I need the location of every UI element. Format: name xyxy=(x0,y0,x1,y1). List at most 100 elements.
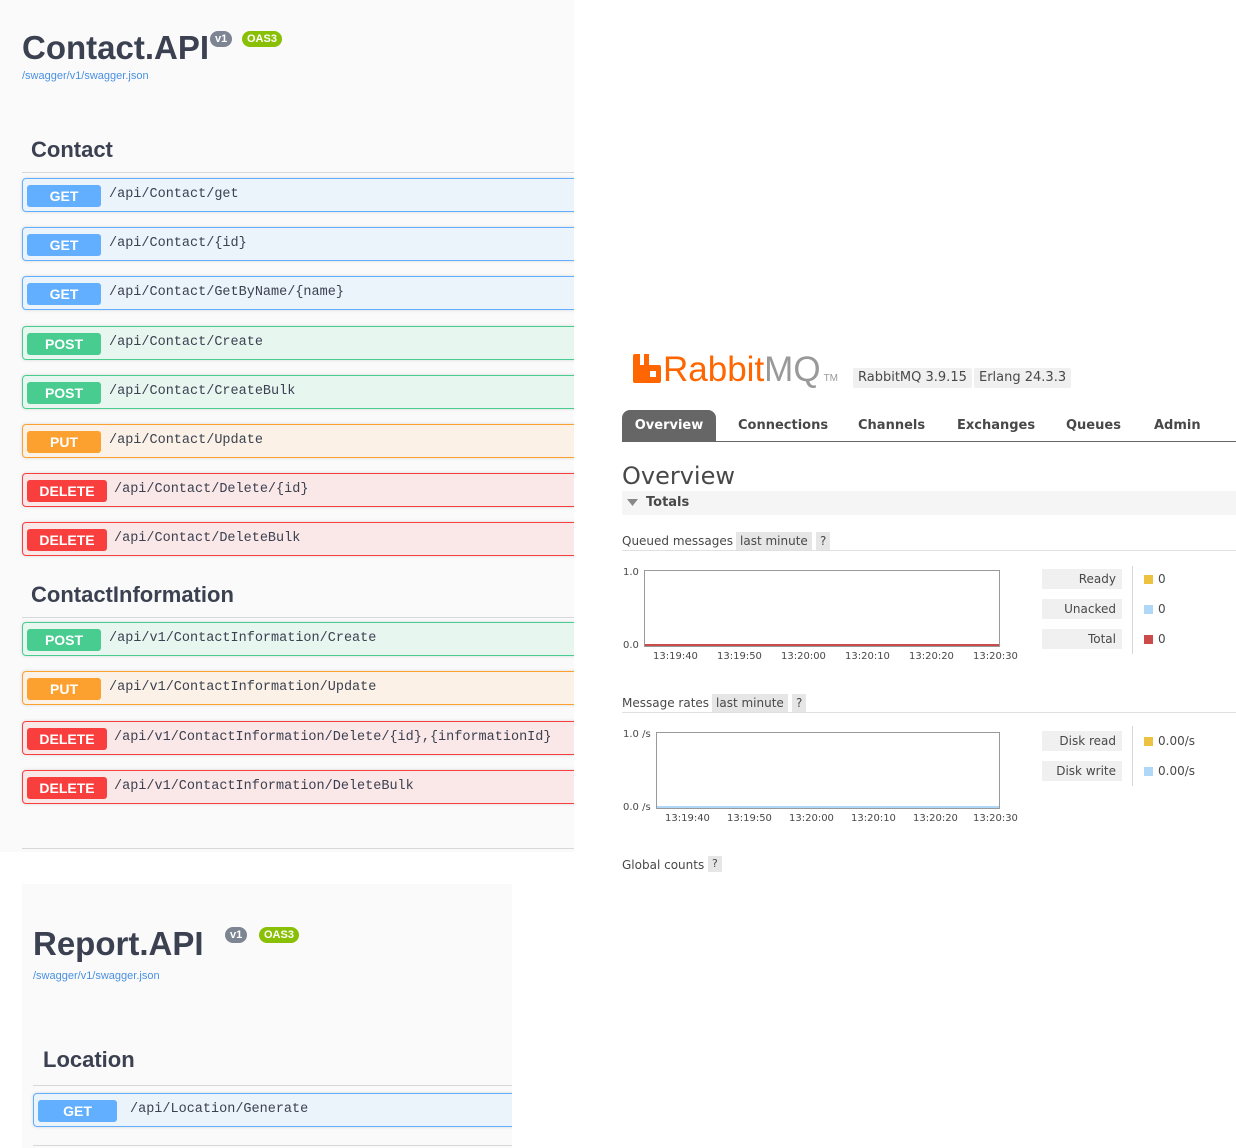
tag-divider xyxy=(22,848,574,849)
x-tick-label: 13:20:20 xyxy=(909,651,954,662)
y-axis-top-label: 1.0 xyxy=(623,567,639,578)
queued-messages-chart xyxy=(644,570,1000,647)
tab-exchanges[interactable]: Exchanges xyxy=(957,410,1035,442)
operation-path: /api/Contact/Delete/{id} xyxy=(114,482,309,498)
operation-path: /api/v1/ContactInformation/Delete/{id},{… xyxy=(114,729,552,745)
method-badge-get: GET xyxy=(27,283,101,306)
x-tick-label: 13:20:20 xyxy=(913,813,958,824)
operation-delete[interactable]: DELETE/api/Contact/Delete/{id} xyxy=(22,473,574,508)
x-tick-label: 13:19:40 xyxy=(653,651,698,662)
divider xyxy=(622,550,1236,551)
operation-post[interactable]: POST/api/Contact/CreateBulk xyxy=(22,374,574,409)
x-tick-label: 13:20:30 xyxy=(973,651,1018,662)
y-axis-bottom-label: 0.0 /s xyxy=(623,802,651,813)
version-badge: v1 xyxy=(210,31,233,47)
legend-color-swatch xyxy=(1144,605,1153,614)
x-tick-label: 13:20:10 xyxy=(845,651,890,662)
operation-delete[interactable]: DELETE/api/Contact/DeleteBulk xyxy=(22,522,574,557)
operation-get[interactable]: GET/api/Contact/GetByName/{name} xyxy=(22,276,574,311)
legend-separator xyxy=(1132,726,1133,786)
global-counts-help-button[interactable]: ? xyxy=(708,856,722,872)
rabbitmq-logo-text: RabbitMQ TM xyxy=(663,351,838,398)
operation-get[interactable]: GET/api/Location/Generate xyxy=(33,1093,512,1127)
operation-put[interactable]: PUT/api/Contact/Update xyxy=(22,424,574,458)
global-counts-heading: Global counts xyxy=(622,858,705,872)
legend-color-swatch xyxy=(1144,635,1153,644)
api-title: Contact.API xyxy=(22,29,210,66)
method-badge-get: GET xyxy=(38,1100,117,1122)
rabbitmq-version-badge: RabbitMQ 3.9.15 xyxy=(853,368,972,388)
oas-badge: OAS3 xyxy=(242,31,282,47)
version-badge: v1 xyxy=(225,927,248,943)
tag-contact[interactable]: Contact xyxy=(31,137,113,163)
page-title: Overview xyxy=(622,462,735,490)
legend-value: 0 xyxy=(1158,632,1166,646)
legend-label: Disk write xyxy=(1042,761,1122,781)
operation-path: /api/Location/Generate xyxy=(130,1102,309,1117)
tab-channels[interactable]: Channels xyxy=(858,410,925,442)
logo-mq-text: MQ xyxy=(764,350,821,389)
method-badge-get: GET xyxy=(27,234,101,257)
tab-admin[interactable]: Admin xyxy=(1154,410,1201,442)
operation-post[interactable]: POST/api/Contact/Create xyxy=(22,325,574,360)
operation-delete[interactable]: DELETE/api/v1/ContactInformation/DeleteB… xyxy=(22,770,574,805)
tab-queues[interactable]: Queues xyxy=(1066,410,1121,442)
rabbitmq-logo-icon xyxy=(633,354,661,383)
rates-help-button[interactable]: ? xyxy=(792,694,807,712)
legend-label: Total xyxy=(1042,629,1122,649)
operation-post[interactable]: POST/api/v1/ContactInformation/Create xyxy=(22,622,574,656)
oas-badge: OAS3 xyxy=(259,927,299,943)
report-api-swagger-panel: Report.API v1 OAS3 /swagger/v1/swagger.j… xyxy=(22,884,512,1148)
contact-api-swagger-panel: Contact.API v1 OAS3 /swagger/v1/swagger.… xyxy=(0,0,574,852)
tag-contactinformation[interactable]: ContactInformation xyxy=(31,582,234,608)
tag-divider xyxy=(33,1085,512,1086)
message-rates-chart xyxy=(656,732,1000,809)
y-axis-bottom-label: 0.0 xyxy=(623,640,639,651)
operation-path: /api/Contact/Update xyxy=(109,433,263,448)
x-tick-label: 13:19:50 xyxy=(717,651,762,662)
method-badge-delete: DELETE xyxy=(27,777,107,800)
operation-put[interactable]: PUT/api/v1/ContactInformation/Update xyxy=(22,671,574,706)
swagger-json-link[interactable]: /swagger/v1/swagger.json xyxy=(33,970,160,982)
chart-frame xyxy=(656,732,1000,809)
legend-value: 0.00/s xyxy=(1158,734,1196,748)
tab-connections[interactable]: Connections xyxy=(738,410,828,442)
swagger-json-link[interactable]: /swagger/v1/swagger.json xyxy=(22,70,149,82)
tab-underline xyxy=(622,441,1236,442)
divider xyxy=(622,712,1236,713)
operation-get[interactable]: GET/api/Contact/{id} xyxy=(22,227,574,262)
legend-color-swatch xyxy=(1144,767,1153,776)
tab-overview[interactable]: Overview xyxy=(622,410,716,442)
x-tick-label: 13:20:00 xyxy=(789,813,834,824)
legend-label: Ready xyxy=(1042,569,1122,589)
tag-location[interactable]: Location xyxy=(43,1047,135,1073)
tag-divider xyxy=(33,1145,512,1146)
logo-rabbit-text: Rabbit xyxy=(663,350,765,389)
queued-help-button[interactable]: ? xyxy=(816,532,831,550)
queued-range-selector[interactable]: last minute xyxy=(736,532,812,550)
tag-divider xyxy=(22,617,574,618)
message-rates-heading: Message rates xyxy=(622,696,710,710)
chart-frame xyxy=(644,570,1000,647)
rates-range-selector[interactable]: last minute xyxy=(712,694,788,712)
queued-messages-heading: Queued messages xyxy=(622,534,734,548)
x-tick-label: 13:20:10 xyxy=(851,813,896,824)
operation-path: /api/Contact/CreateBulk xyxy=(109,383,296,399)
operation-path: /api/Contact/DeleteBulk xyxy=(114,531,301,547)
method-badge-get: GET xyxy=(27,185,101,207)
logo-tm-text: TM xyxy=(823,373,839,384)
method-badge-post: POST xyxy=(27,381,101,404)
operation-get[interactable]: GET/api/Contact/get xyxy=(22,178,574,212)
totals-label: Totals xyxy=(646,495,690,510)
triangle-down-icon[interactable] xyxy=(627,499,638,507)
x-tick-label: 13:19:40 xyxy=(665,813,710,824)
x-tick-label: 13:19:50 xyxy=(727,813,772,824)
legend-separator xyxy=(1132,566,1133,654)
legend-color-swatch xyxy=(1144,737,1153,746)
totals-section-header[interactable] xyxy=(622,491,1236,515)
x-tick-label: 13:20:30 xyxy=(973,813,1018,824)
method-badge-delete: DELETE xyxy=(27,529,107,552)
legend-label: Unacked xyxy=(1042,599,1122,619)
operation-path: /api/Contact/get xyxy=(109,187,239,202)
operation-delete[interactable]: DELETE/api/v1/ContactInformation/Delete/… xyxy=(22,720,574,755)
